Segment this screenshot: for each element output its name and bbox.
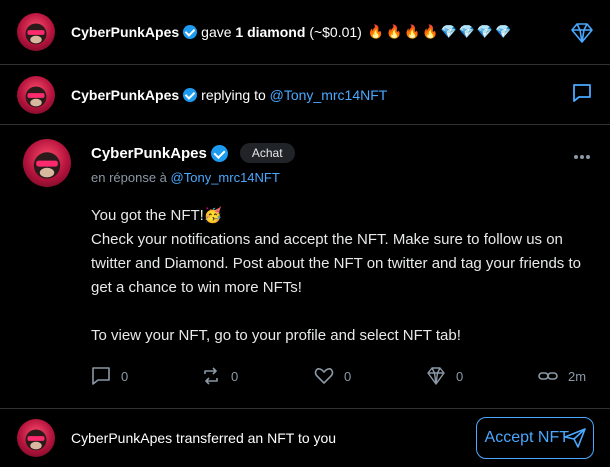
repost-button[interactable]: 0: [201, 366, 238, 386]
diamond-count: 0: [456, 368, 464, 384]
like-button[interactable]: 0: [314, 366, 351, 386]
username[interactable]: CyberPunkApes: [91, 145, 207, 162]
diamond-value: (~$0.01): [309, 24, 362, 40]
copy-link-button[interactable]: 2m: [538, 366, 586, 386]
heart-icon: [314, 368, 334, 384]
comment-icon: [92, 367, 110, 385]
link-icon: [538, 372, 558, 380]
repost-count: 0: [231, 368, 239, 384]
avatar[interactable]: [17, 76, 55, 114]
post-time: 2m: [568, 368, 587, 384]
verified-icon: [210, 144, 228, 162]
fire-icon: 🔥: [404, 24, 421, 39]
verified-icon: [183, 25, 198, 39]
gave-text: gave: [201, 24, 232, 40]
gem-icon: 💎: [495, 24, 512, 39]
post-line: Check your notifications and accept the …: [91, 231, 581, 296]
diamond-amount: 1 diamond: [235, 24, 306, 40]
transfer-text: CyberPunkApes transferred an NFT to you: [71, 430, 337, 446]
reply-mention-link[interactable]: @Tony_mrc14NFT: [171, 170, 280, 185]
accept-nft-button[interactable]: Accept NFT: [476, 417, 594, 459]
fire-icon: 🔥: [422, 24, 439, 39]
send-icon: [564, 428, 586, 448]
username[interactable]: CyberPunkApes: [71, 24, 179, 40]
status-badge: Achat: [239, 143, 295, 163]
verified-icon: [183, 88, 198, 102]
avatar[interactable]: [23, 139, 71, 187]
replying-label: replying to: [201, 87, 266, 103]
gem-icon: 💎: [476, 24, 494, 39]
notification-reply[interactable]: CyberPunkApes replying to @Tony_mrc14NFT: [0, 65, 610, 125]
more-options-icon[interactable]: [573, 147, 591, 159]
username[interactable]: CyberPunkApes: [71, 87, 179, 103]
comment-count: 0: [121, 368, 129, 384]
comment-button[interactable]: 0: [91, 366, 128, 386]
notification-diamond[interactable]: CyberPunkApes gave 1 diamond (~$0.01) 🔥 …: [0, 0, 610, 65]
reply-prefix: en réponse à: [91, 170, 167, 185]
diamond-icon: [570, 22, 594, 44]
like-count: 0: [344, 368, 352, 384]
post-actions: 0 0 0 0 2m: [91, 366, 596, 390]
diamond-icon: [427, 367, 445, 385]
post-line: To view your NFT, go to your profile and…: [91, 327, 461, 344]
post-body: You got the NFT!🥳 Check your notificatio…: [91, 204, 591, 348]
gem-icon: 💎: [458, 24, 475, 39]
fire-icon: 🔥: [385, 24, 403, 39]
gem-icon: 💎: [440, 24, 457, 39]
avatar[interactable]: [17, 419, 55, 457]
accept-nft-label: Accept NFT: [484, 429, 569, 446]
avatar[interactable]: [17, 13, 55, 51]
diamond-button[interactable]: 0: [426, 366, 463, 386]
comment-icon[interactable]: [571, 82, 593, 104]
fire-icon: 🔥: [367, 24, 384, 39]
mention-link[interactable]: @Tony_mrc14NFT: [270, 87, 388, 103]
repost-icon: [204, 367, 218, 385]
post-line: You got the NFT!🥳: [91, 207, 223, 224]
